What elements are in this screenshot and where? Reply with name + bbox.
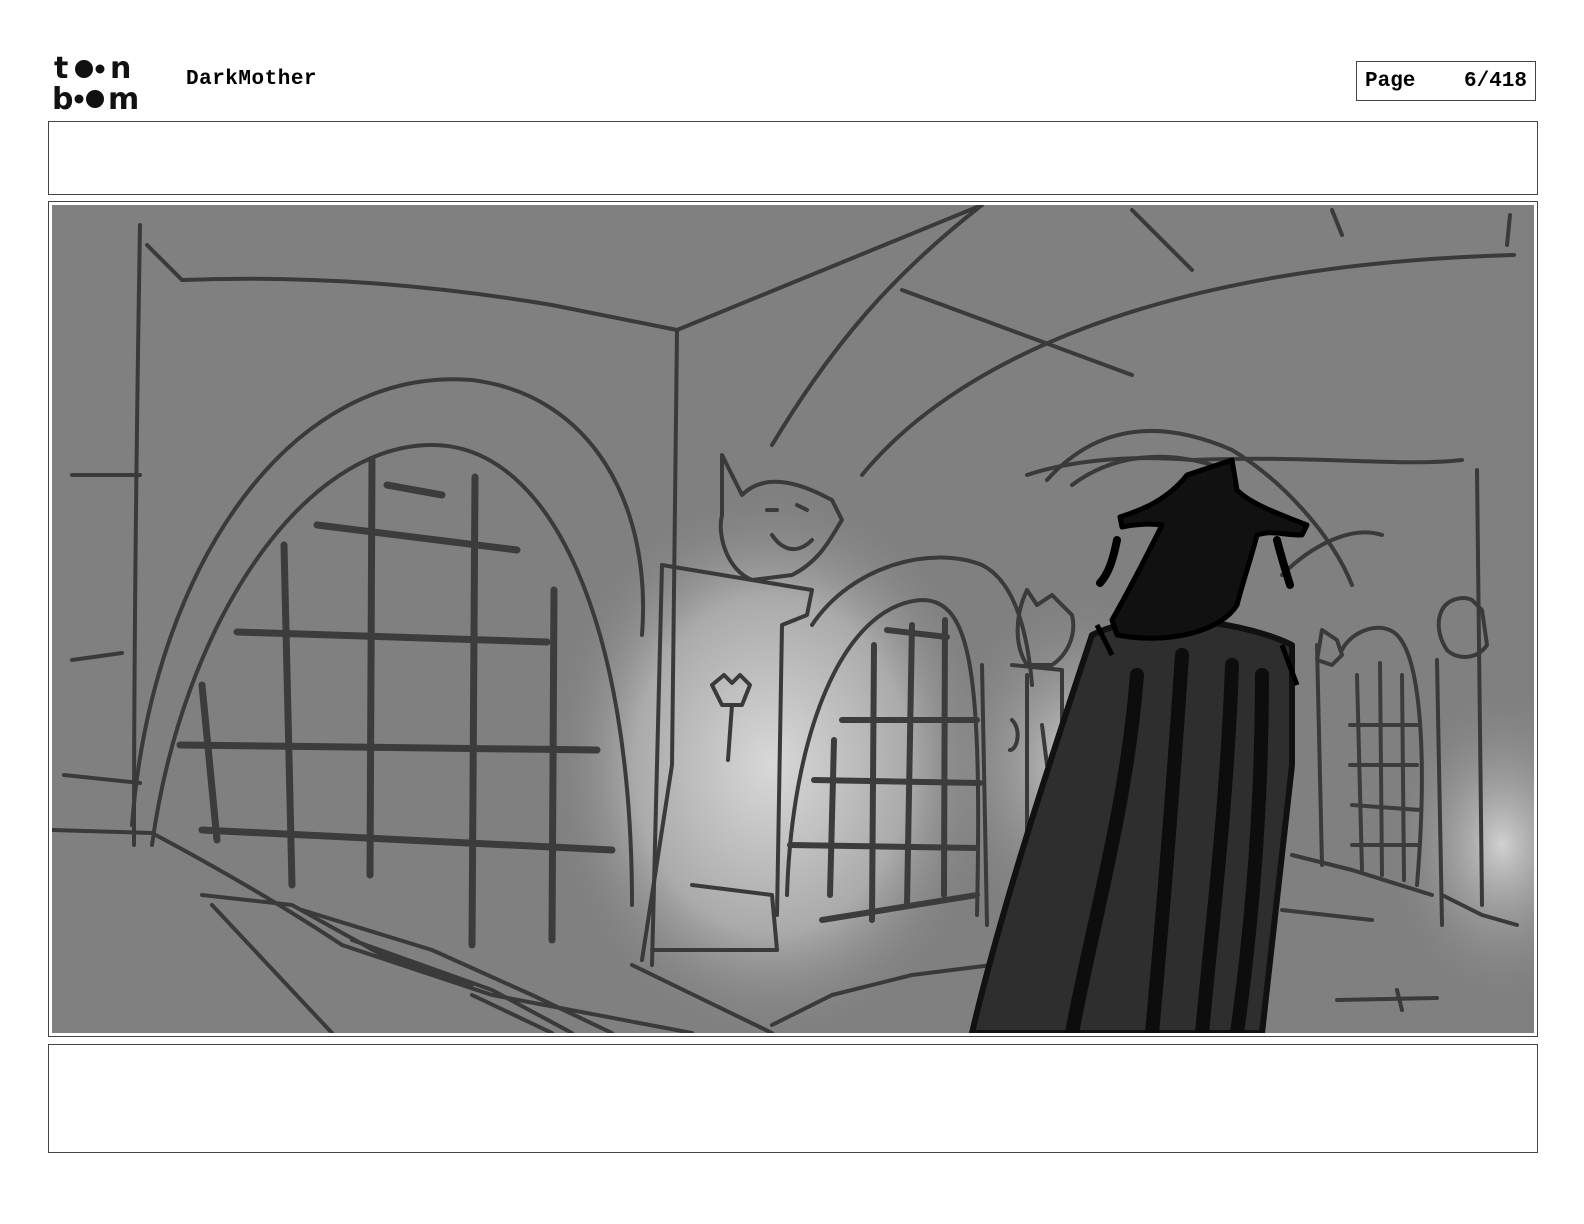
svg-text:b: b <box>52 82 73 112</box>
page-number: 6/418 <box>1463 69 1527 93</box>
project-title: DarkMother <box>186 68 318 91</box>
gargoyle-small <box>1315 628 1344 667</box>
svg-text:t: t <box>54 52 68 86</box>
notes-bottom-box <box>48 1044 1538 1153</box>
storyboard-panel-frame <box>48 201 1538 1037</box>
ceiling-rib-3 <box>860 253 1516 477</box>
storyboard-sketch <box>52 205 1534 1033</box>
page-label: Page <box>1365 69 1416 93</box>
svg-text:n: n <box>110 52 131 86</box>
ceiling-rib-1 <box>675 205 984 332</box>
toonboom-logo: t n b m <box>52 52 164 112</box>
page-indicator: Page 6/418 <box>1356 61 1536 101</box>
ceiling-rib-2 <box>770 205 984 447</box>
svg-text:m: m <box>108 82 139 112</box>
window-grid-left <box>176 456 616 949</box>
storyboard-panel <box>52 205 1534 1033</box>
notes-top-box <box>48 121 1538 195</box>
